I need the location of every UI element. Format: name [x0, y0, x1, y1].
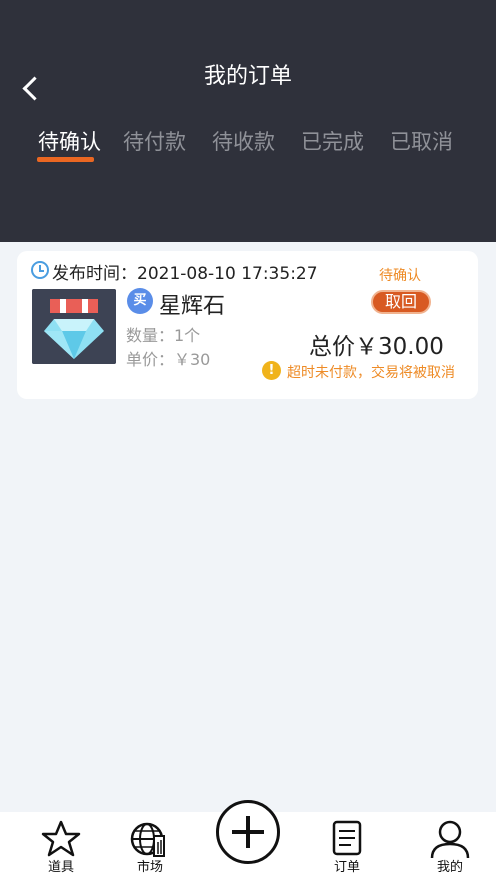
- nav-label-props: 道具: [47, 860, 74, 875]
- warning-icon: !: [262, 361, 281, 380]
- nav-label-market: 市场: [136, 860, 163, 875]
- item-name: 星辉石: [159, 294, 226, 319]
- publish-time: 发布时间：2021-08-10 17:35:27: [52, 264, 318, 284]
- tab-completed[interactable]: 已完成: [301, 126, 364, 156]
- page-title: 我的订单: [203, 64, 292, 89]
- timeout-warning: 超时未付款，交易将被取消: [287, 365, 455, 381]
- add-plus-button[interactable]: [216, 800, 280, 864]
- tab-pending-payment[interactable]: 待付款: [123, 126, 186, 156]
- nav-item-market[interactable]: 市场: [110, 812, 190, 881]
- retrieve-button[interactable]: 取回: [371, 290, 431, 314]
- item-quantity: 数量：1个: [126, 326, 201, 345]
- nav-label-orders: 订单: [333, 860, 360, 875]
- tab-cancelled[interactable]: 已取消: [390, 126, 453, 156]
- header: 我的订单 待确认 待付款 待收款 已完成 已取消: [0, 0, 496, 242]
- market-globe-icon: [130, 822, 165, 857]
- user-icon: [430, 820, 470, 858]
- order-total: 总价￥30.00: [309, 334, 444, 360]
- nav-item-orders[interactable]: 订单: [307, 812, 387, 881]
- order-card[interactable]: 发布时间：2021-08-10 17:35:27 待确认 取回 买 星辉石 数量…: [17, 251, 478, 399]
- document-icon: [332, 820, 362, 856]
- item-thumbnail: [32, 289, 116, 364]
- nav-item-mine[interactable]: 我的: [410, 812, 490, 881]
- order-status: 待确认: [379, 268, 421, 284]
- tab-pending-confirm[interactable]: 待确认: [38, 126, 101, 156]
- buy-badge: 买: [127, 288, 153, 314]
- star-icon: [41, 820, 81, 857]
- nav-item-props[interactable]: 道具: [21, 812, 101, 881]
- clock-icon: [31, 261, 49, 279]
- diamond-icon: [32, 289, 116, 364]
- item-unit-price: 单价：￥30: [126, 350, 211, 369]
- nav-label-mine: 我的: [436, 860, 463, 875]
- tab-pending-receipt[interactable]: 待收款: [212, 126, 275, 156]
- active-tab-indicator: [37, 157, 94, 162]
